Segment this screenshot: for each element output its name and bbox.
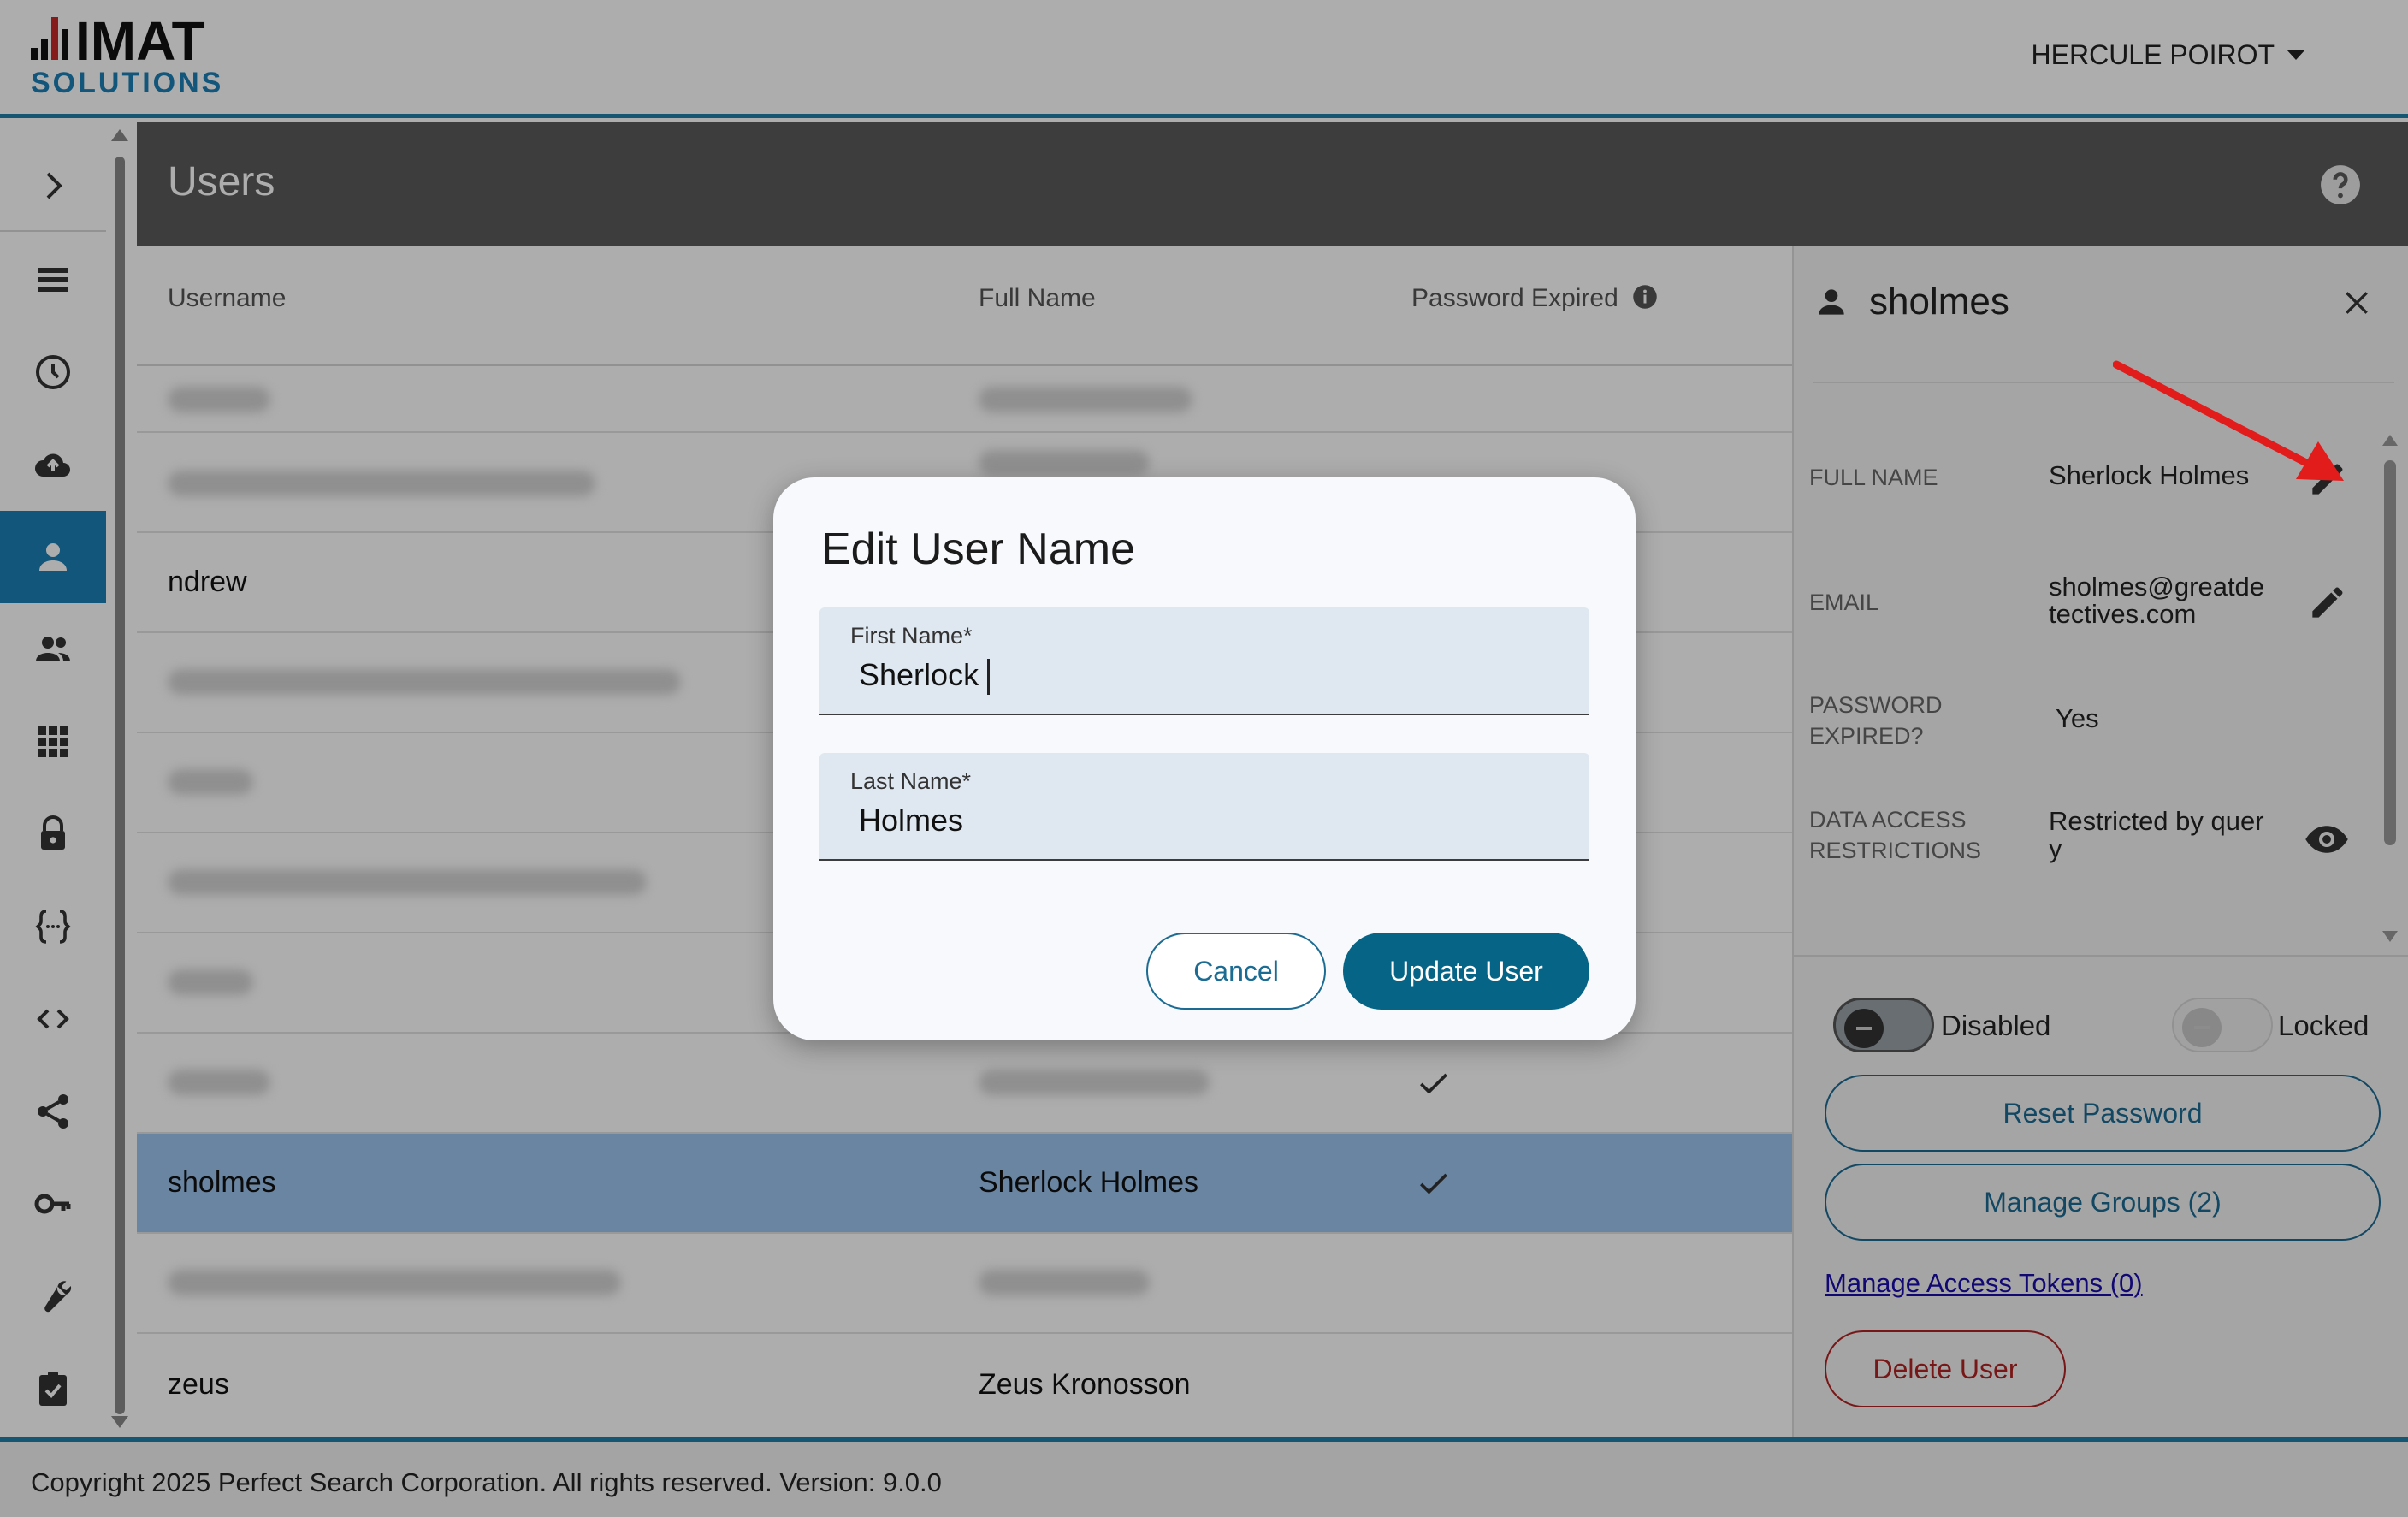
app-root: IMAT SOLUTIONS HERCULE POIROT Users User… — [0, 0, 2408, 1517]
update-user-button[interactable]: Update User — [1343, 933, 1589, 1010]
text-cursor — [987, 659, 991, 696]
first-name-field[interactable]: First Name* Sherlock — [819, 607, 1589, 715]
first-name-label: First Name* — [850, 623, 973, 649]
last-name-label: Last Name* — [850, 768, 972, 794]
last-name-field[interactable]: Last Name* Holmes — [819, 753, 1589, 861]
cancel-button[interactable]: Cancel — [1146, 933, 1326, 1010]
last-name-input[interactable]: Holmes — [859, 803, 963, 838]
first-name-value: Sherlock — [859, 657, 979, 692]
dialog-title: Edit User Name — [821, 524, 1135, 574]
annotation-arrow-icon — [2113, 360, 2344, 481]
edit-user-name-dialog: Edit User Name First Name* Sherlock Last… — [773, 477, 1636, 1040]
first-name-input[interactable]: Sherlock — [859, 657, 991, 696]
